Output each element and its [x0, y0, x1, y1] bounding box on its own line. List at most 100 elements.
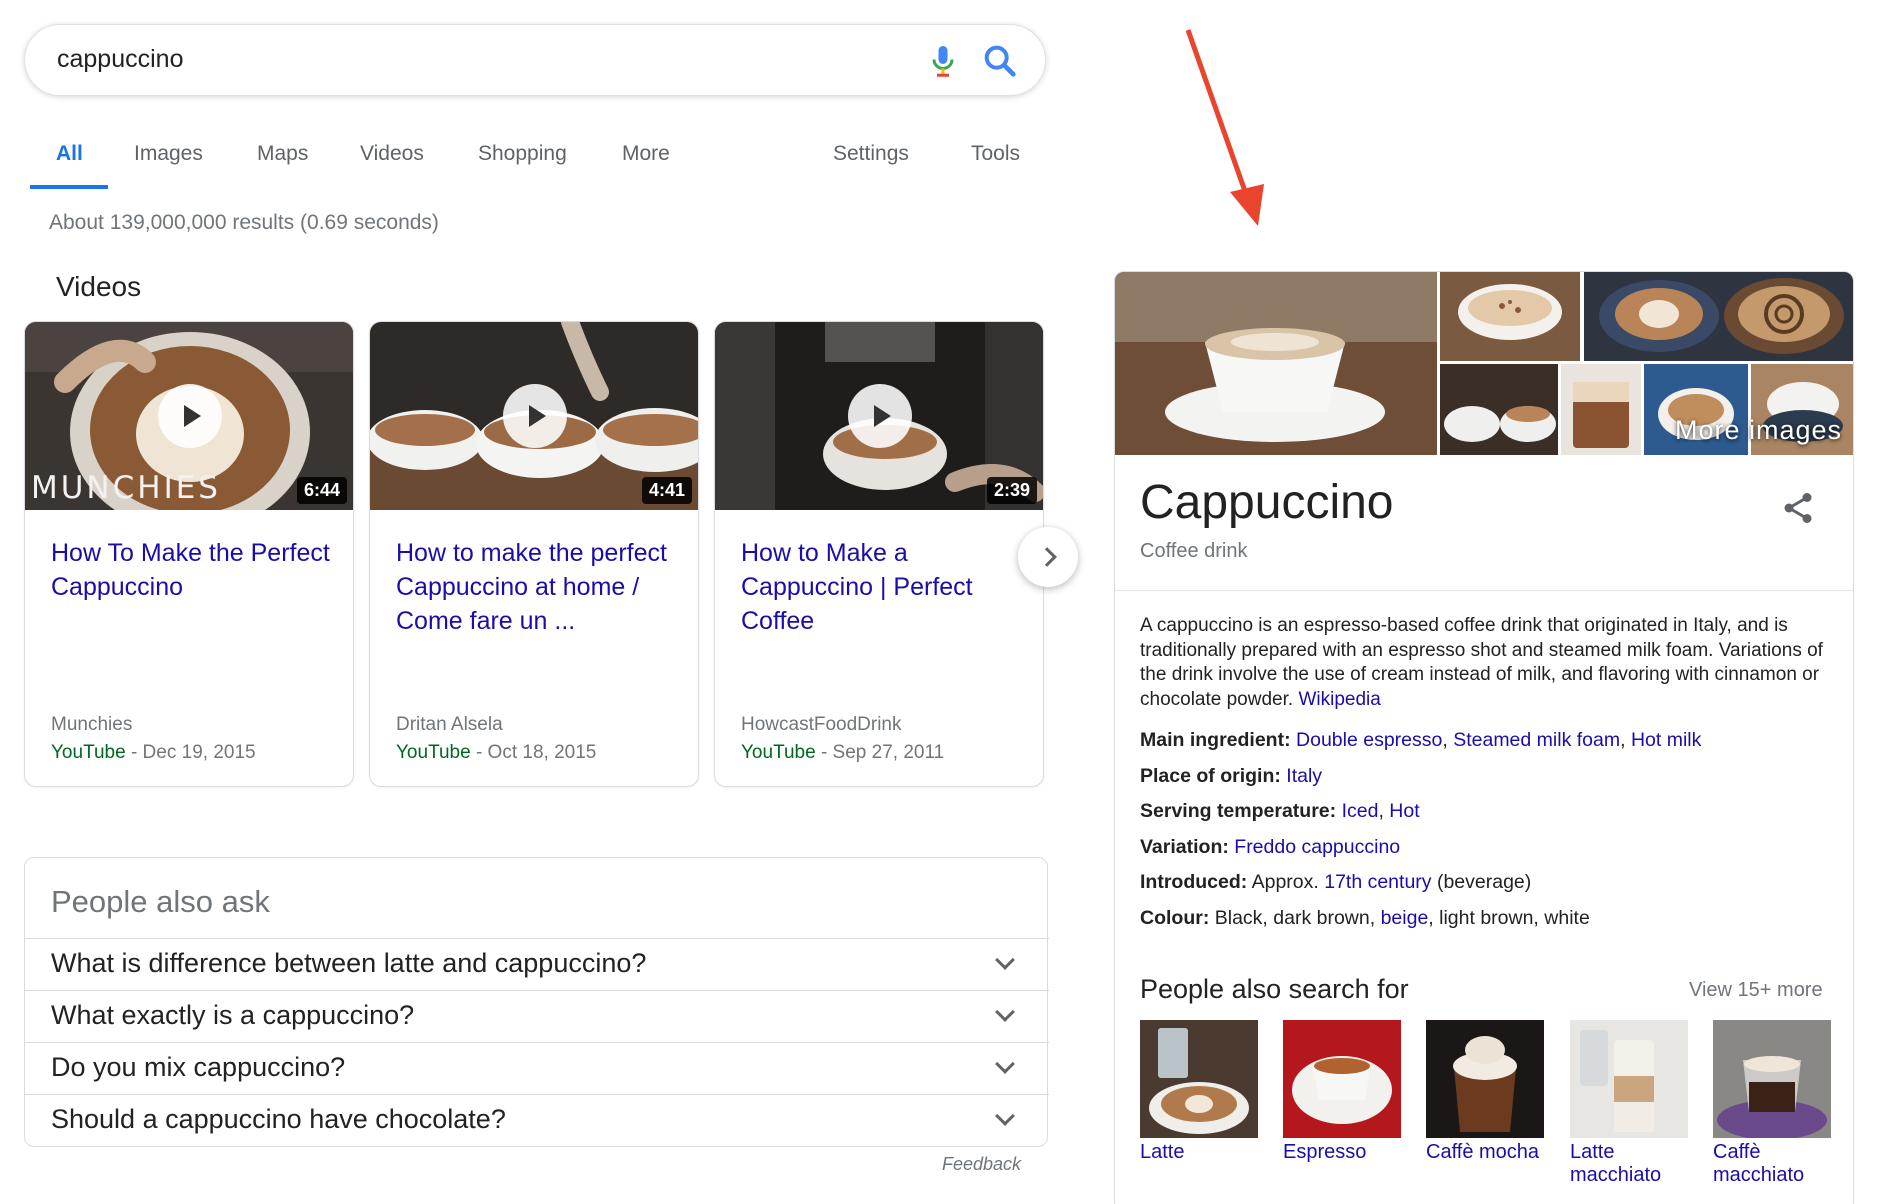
fact-text: Black, dark brown, — [1214, 907, 1376, 929]
related-entity-espresso[interactable]: Espresso — [1283, 1020, 1401, 1164]
people-also-ask: People also ask What is difference betwe… — [24, 857, 1049, 1147]
video-duration: 4:41 — [641, 477, 692, 504]
view-more-link[interactable]: View 15+ more — [1689, 979, 1823, 1002]
search-tabs: All Images Maps Videos Shopping More Set… — [30, 132, 1030, 190]
description-text: A cappuccino is an espresso-based coffee… — [1140, 615, 1823, 710]
fact-label: Colour: — [1140, 907, 1210, 929]
tab-tools[interactable]: Tools — [971, 142, 1020, 166]
video-channel: Munchies — [51, 714, 133, 735]
fact-label: Main ingredient: — [1140, 729, 1291, 751]
wikipedia-link[interactable]: Wikipedia — [1298, 689, 1380, 710]
fact-text: (beverage) — [1436, 871, 1532, 893]
tab-images[interactable]: Images — [134, 142, 203, 166]
video-channel: HowcastFoodDrink — [741, 714, 902, 735]
fact-main-ingredient: Main ingredient: Double espresso, Steame… — [1140, 729, 1702, 751]
paa-question-text: Do you mix cappuccino? — [51, 1052, 346, 1082]
cups-row-image[interactable] — [1440, 364, 1558, 455]
espresso-image[interactable] — [1283, 1020, 1401, 1138]
fact-link[interactable]: Freddo cappuccino — [1234, 836, 1400, 858]
caffe-macchiato-image[interactable] — [1713, 1020, 1831, 1138]
play-icon[interactable] — [503, 384, 567, 448]
latte-macchiato-image[interactable] — [1570, 1020, 1688, 1138]
entity-title: Cappuccino — [1140, 476, 1394, 529]
red-arrow-annotation — [1185, 29, 1264, 226]
fact-introduced: Introduced: Approx. 17th century (bevera… — [1140, 871, 1531, 894]
people-also-search-title: People also search for — [1140, 974, 1409, 1004]
video-title-link[interactable]: How to make the perfect Cappuccino at ho… — [396, 536, 686, 638]
panel-divider — [1115, 590, 1853, 591]
video-meta: YouTube - Oct 18, 2015 — [396, 742, 596, 764]
next-videos-button[interactable] — [1018, 527, 1078, 587]
tab-settings[interactable]: Settings — [833, 142, 909, 166]
video-card[interactable]: 2:39 How to Make a Cappuccino | Perfect … — [714, 321, 1044, 787]
glass-cappuccino-image[interactable] — [1561, 364, 1641, 455]
related-entity-caffe-macchiato[interactable]: Caffè macchiato — [1713, 1020, 1831, 1187]
tab-all[interactable]: All — [56, 142, 83, 166]
video-platform: YouTube — [741, 742, 816, 763]
paa-question[interactable]: What exactly is a cappuccino? — [25, 990, 1049, 1042]
chevron-down-icon[interactable] — [995, 1002, 1015, 1022]
fact-link[interactable]: Steamed milk foam — [1453, 729, 1620, 751]
video-title-link[interactable]: How to Make a Cappuccino | Perfect Coffe… — [741, 536, 1031, 638]
related-entity-label: Espresso — [1283, 1141, 1367, 1163]
fact-link[interactable]: 17th century — [1324, 871, 1431, 893]
thumbnail-watermark: MUNCHIES — [31, 470, 221, 506]
more-images-link[interactable]: More images — [1675, 415, 1842, 446]
fact-serving-temperature: Serving temperature: Iced, Hot — [1140, 800, 1420, 822]
caffe-mocha-image[interactable] — [1426, 1020, 1544, 1138]
paa-question[interactable]: Should a cappuccino have chocolate? — [25, 1094, 1049, 1146]
search-icon[interactable] — [980, 41, 1020, 81]
video-duration: 6:44 — [296, 477, 347, 504]
videos-heading: Videos — [56, 271, 142, 302]
search-bar[interactable]: cappuccino — [24, 24, 1046, 96]
share-icon[interactable] — [1780, 490, 1816, 526]
tab-videos[interactable]: Videos — [360, 142, 424, 166]
video-channel: Dritan Alsela — [396, 714, 503, 735]
related-entity-label: Caffè macchiato — [1713, 1141, 1805, 1186]
video-title-link[interactable]: How To Make the Perfect Cappuccino — [51, 536, 341, 604]
cinnamon-cappuccino-image[interactable] — [1440, 272, 1580, 361]
related-entity-caffe-mocha[interactable]: Caffè mocha — [1426, 1020, 1544, 1164]
chevron-down-icon[interactable] — [995, 1106, 1015, 1126]
video-card[interactable]: 4:41 How to make the perfect Cappuccino … — [369, 321, 699, 787]
cappuccino-cup-image[interactable] — [1115, 272, 1437, 455]
paa-question-text: What is difference between latte and cap… — [51, 948, 647, 978]
fact-link[interactable]: Hot — [1389, 800, 1419, 822]
play-icon[interactable] — [848, 384, 912, 448]
fact-link[interactable]: Iced — [1342, 800, 1379, 822]
tab-maps[interactable]: Maps — [257, 142, 308, 166]
fact-link[interactable]: beige — [1381, 907, 1429, 929]
fact-variation: Variation: Freddo cappuccino — [1140, 836, 1400, 859]
latte-art-cups-image[interactable] — [1584, 272, 1854, 361]
video-duration: 2:39 — [986, 477, 1037, 504]
chevron-down-icon[interactable] — [995, 950, 1015, 970]
fact-link[interactable]: Italy — [1286, 765, 1322, 787]
entity-subtitle: Coffee drink — [1140, 540, 1248, 562]
related-entity-label: Caffè mocha — [1426, 1141, 1540, 1163]
related-entity-latte[interactable]: Latte — [1140, 1020, 1258, 1164]
play-icon[interactable] — [158, 384, 222, 448]
latte-image[interactable] — [1140, 1020, 1258, 1138]
video-card[interactable]: MUNCHIES 6:44 How To Make the Perfect Ca… — [24, 321, 354, 787]
feedback-link[interactable]: Feedback — [942, 1154, 1021, 1175]
fact-link[interactable]: Double espresso — [1296, 729, 1442, 751]
paa-question-text: Should a cappuccino have chocolate? — [51, 1104, 506, 1134]
video-thumbnail[interactable]: MUNCHIES 6:44 — [25, 322, 353, 510]
paa-question[interactable]: Do you mix cappuccino? — [25, 1042, 1049, 1094]
search-input[interactable]: cappuccino — [57, 45, 183, 74]
fact-link[interactable]: Hot milk — [1631, 729, 1701, 751]
video-thumbnail[interactable]: 4:41 — [370, 322, 698, 510]
tab-shopping[interactable]: Shopping — [478, 142, 567, 166]
related-entity-latte-macchiato[interactable]: Latte macchiato — [1570, 1020, 1688, 1187]
fact-label: Place of origin: — [1140, 765, 1281, 787]
tab-more[interactable]: More — [622, 142, 670, 166]
video-thumbnail[interactable]: 2:39 — [715, 322, 1043, 510]
microphone-icon[interactable] — [925, 43, 961, 79]
fact-label: Introduced: — [1140, 871, 1248, 893]
chevron-down-icon[interactable] — [995, 1054, 1015, 1074]
fact-place-of-origin: Place of origin: Italy — [1140, 765, 1322, 788]
fact-colour: Colour: Black, dark brown, beige, light … — [1140, 907, 1590, 930]
image-collage[interactable]: More images — [1115, 272, 1854, 455]
paa-question[interactable]: What is difference between latte and cap… — [25, 938, 1049, 990]
knowledge-panel: More images Cappuccino Coffee drink A ca… — [1114, 271, 1854, 1204]
